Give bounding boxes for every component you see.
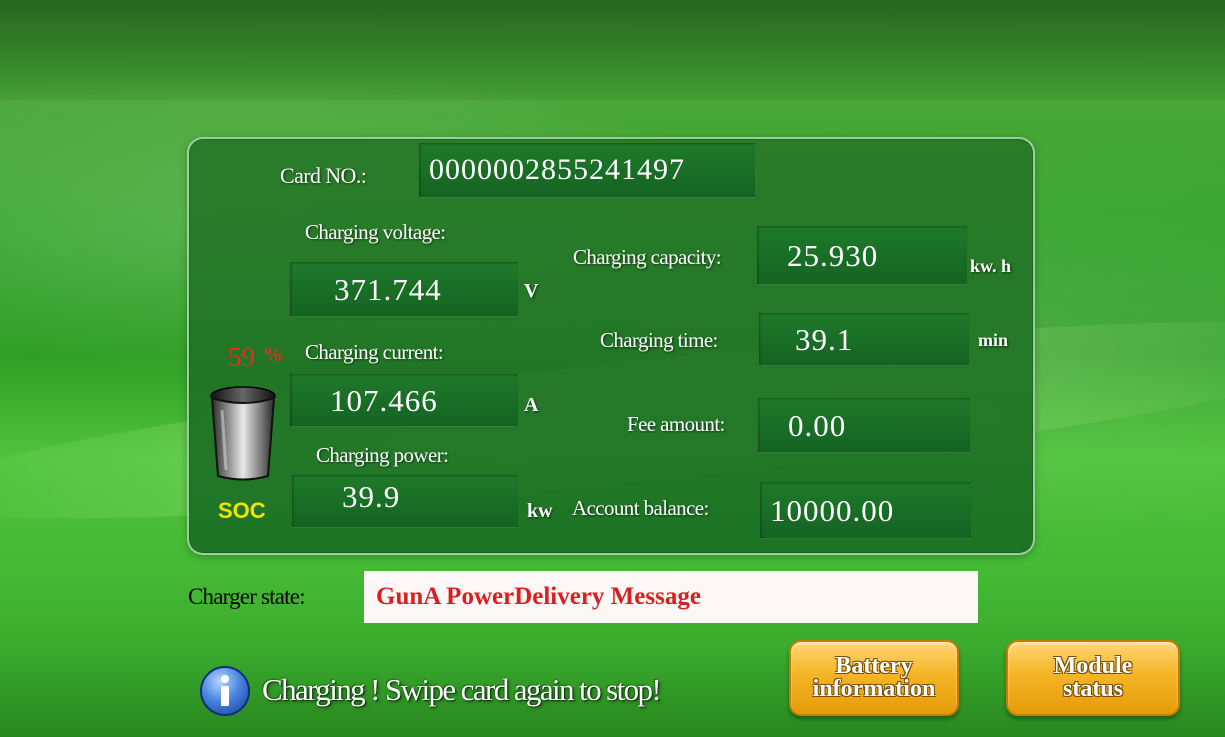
charger-state-value: GunA PowerDelivery Message (364, 571, 978, 623)
fee-amount-value: 0.00 (758, 398, 970, 452)
charging-time-value: 39.1 (759, 313, 969, 365)
card-number-value: 0000002855241497 (419, 143, 755, 197)
soc-value: 59 (228, 342, 255, 372)
capacity-unit: kw. h (970, 256, 1012, 276)
power-unit: kw (527, 500, 553, 522)
soc-label: SOC (218, 498, 266, 523)
module-status-label: Module status (1053, 653, 1133, 702)
charging-capacity-value: 25.930 (757, 226, 967, 284)
module-status-button[interactable]: Module status (1006, 640, 1180, 716)
time-unit: min (978, 330, 1009, 350)
info-icon (199, 665, 251, 717)
charging-capacity-label: Charging capacity: (573, 245, 722, 269)
charging-power-value: 39.9 (292, 475, 518, 527)
charging-time-label: Charging time: (600, 328, 718, 352)
charging-voltage-value: 371.744 (290, 262, 518, 316)
charging-current-label: Charging current: (305, 340, 444, 364)
voltage-unit: V (524, 280, 539, 302)
current-unit: A (524, 394, 539, 416)
charging-power-label: Charging power: (316, 443, 449, 467)
top-band (0, 0, 1225, 100)
fee-amount-label: Fee amount: (627, 412, 725, 436)
battery-information-button[interactable]: Battery information (789, 640, 959, 716)
charger-state-label: Charger state: (188, 584, 306, 609)
soc-percent-sign: % (263, 344, 283, 366)
account-balance-label: Account balance: (572, 496, 709, 520)
charging-current-value: 107.466 (290, 374, 518, 426)
account-balance-value: 10000.00 (760, 482, 971, 538)
battery-icon (208, 386, 278, 482)
battery-information-label: Battery information (812, 653, 936, 702)
charging-message: Charging ! Swipe card again to stop! (262, 672, 662, 707)
card-number-label: Card NO.: (280, 163, 367, 188)
charging-voltage-label: Charging voltage: (305, 220, 446, 244)
